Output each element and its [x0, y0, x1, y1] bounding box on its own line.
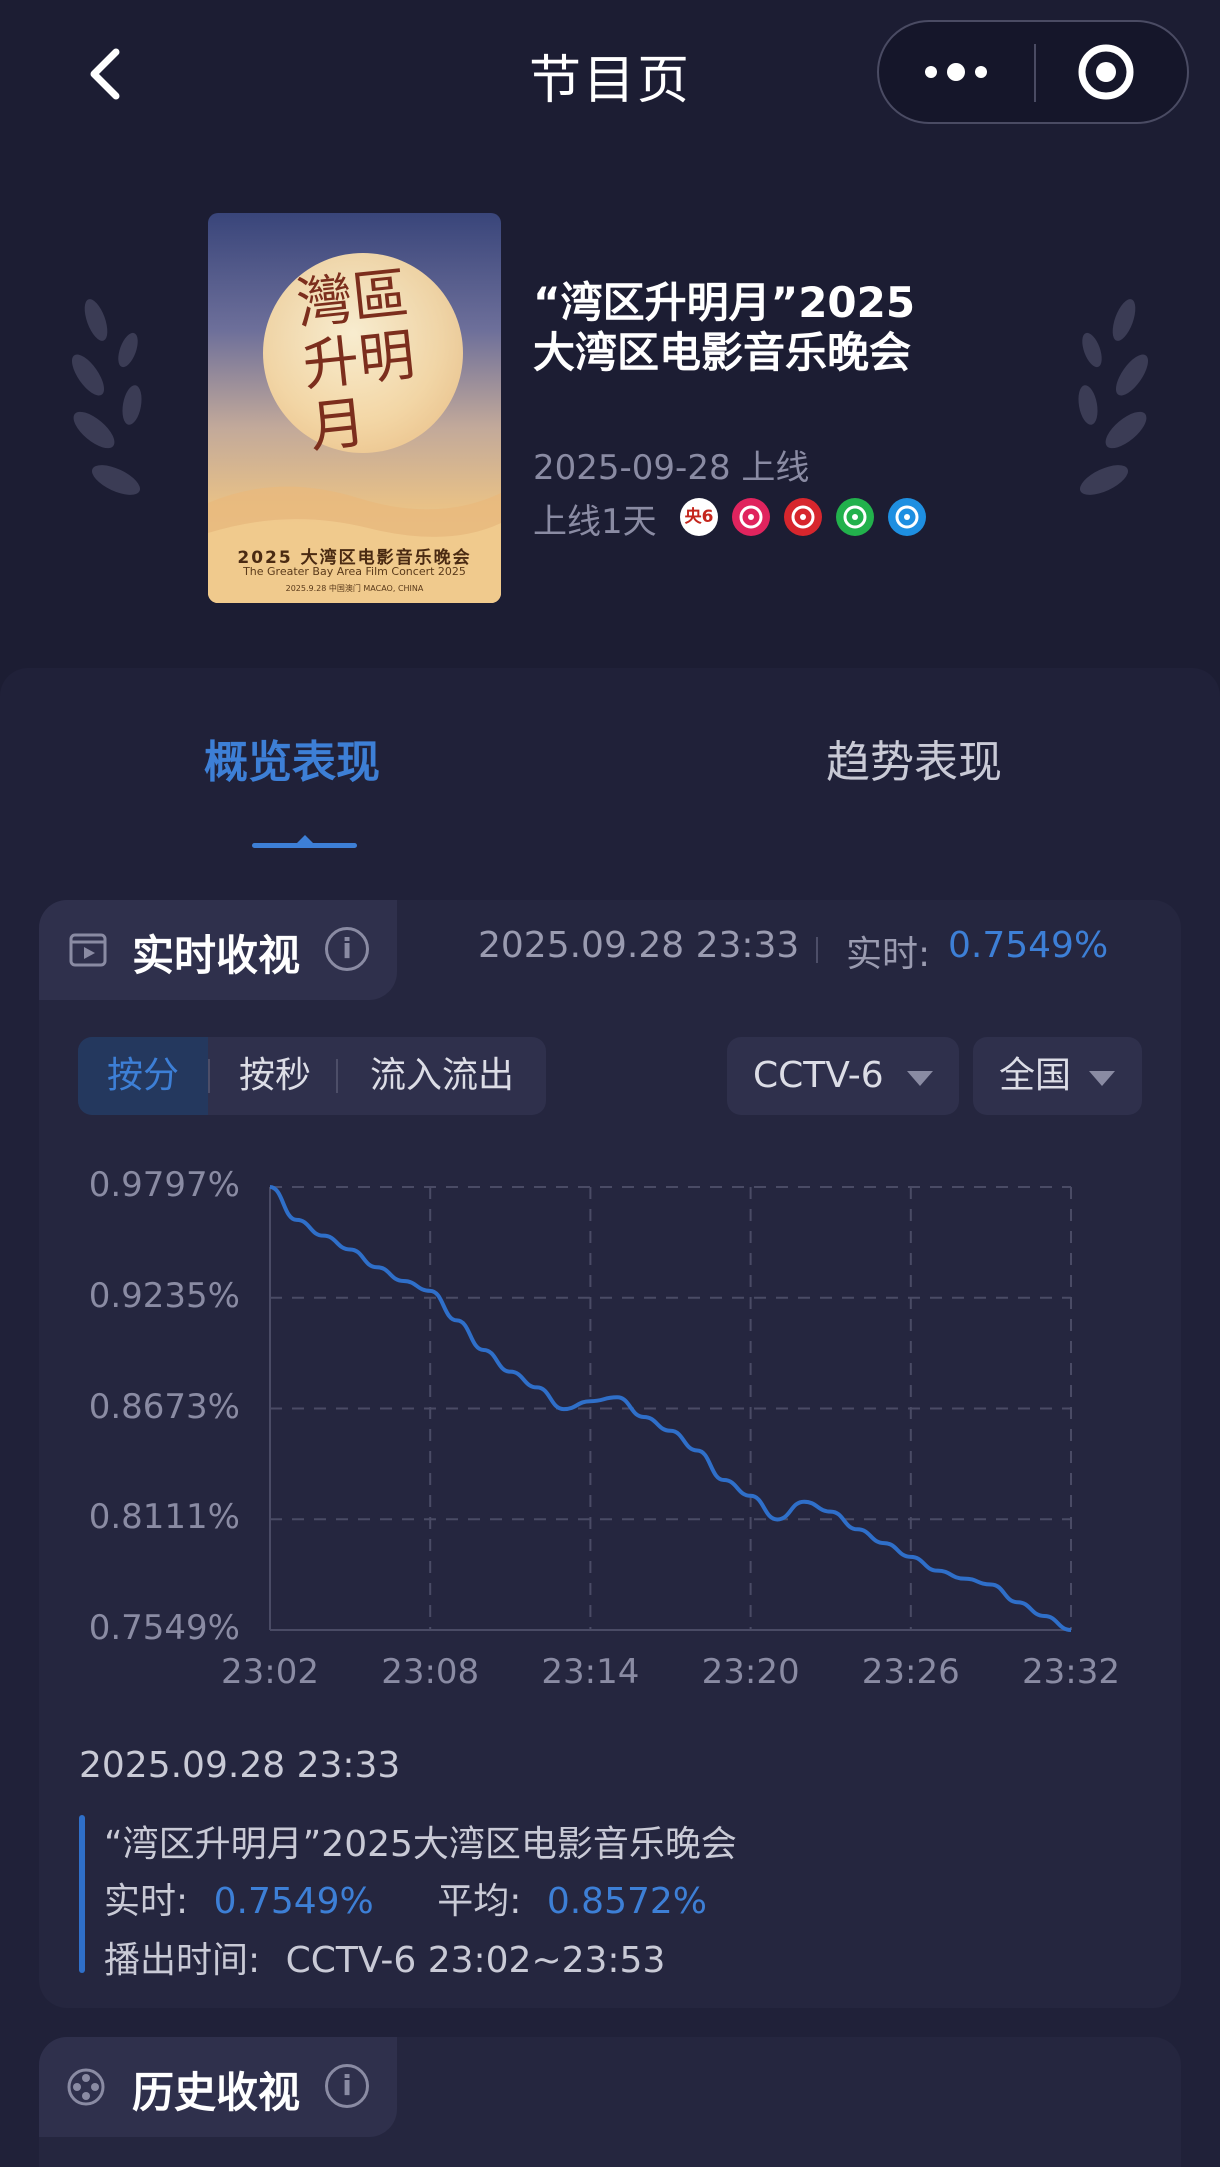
granularity-segmented-control: 按分 按秒 流入流出 [78, 1037, 546, 1115]
tooltip-avg-value: 0.8572% [546, 1881, 707, 1922]
realtime-value: 0.7549% [948, 925, 1109, 966]
laurel-left-icon [71, 299, 142, 495]
caret-down-icon [907, 1071, 933, 1086]
poster-caption-en: The Greater Bay Area Film Concert 2025 [243, 565, 466, 578]
cctv6-logo: 央6 [680, 498, 718, 536]
program-poster[interactable]: 灣區升明月 2025 大湾区电影音乐晚会 The Greater Bay Are… [208, 213, 501, 603]
segment-by-second[interactable]: 按秒 [210, 1037, 340, 1115]
iqiyi-logo [836, 498, 874, 536]
close-miniprogram-button[interactable] [1036, 22, 1187, 122]
tab-overview[interactable]: 概览表现 [204, 726, 380, 790]
x-tick-label: 23:32 [1022, 1652, 1120, 1692]
guangdong-tv-logo [784, 498, 822, 536]
realtime-label: 实时: [846, 934, 931, 975]
poster-waves [208, 486, 501, 603]
tooltip-airtime-row: 播出时间: CCTV-6 23:02~23:53 [104, 1931, 665, 1983]
film-reel-icon [67, 2068, 105, 2106]
info-icon[interactable]: i [325, 2064, 369, 2108]
x-tick-label: 23:08 [381, 1652, 480, 1692]
tooltip-program-name: “湾区升明月”2025大湾区电影音乐晚会 [104, 1824, 737, 1865]
region-dropdown[interactable]: 全国 [973, 1037, 1142, 1115]
program-title-line1: “湾区升明月”2025 [533, 278, 916, 327]
y-tick-label: 0.8111% [88, 1497, 240, 1538]
days-online: 上线1天 [533, 502, 657, 542]
poster-calligraphy: 灣區升明月 [293, 261, 419, 461]
y-tick-label: 0.7549% [88, 1608, 240, 1648]
launch-date: 2025-09-28 上线 [533, 448, 810, 488]
tooltip-time: 2025.09.28 23:33 [79, 1745, 401, 1786]
program-title-line2: 大湾区电影音乐晚会 [533, 328, 912, 377]
tv-play-icon [69, 933, 107, 967]
region-dropdown-label: 全国 [999, 1055, 1072, 1096]
youku-logo [888, 498, 926, 536]
segment-inflow-outflow[interactable]: 流入流出 [338, 1037, 546, 1115]
tooltip-ratings-row: 实时: 0.7549% 平均: 0.8572% [104, 1872, 707, 1924]
x-tick-label: 23:20 [701, 1652, 800, 1692]
tooltip-airtime-value: CCTV-6 23:02~23:53 [285, 1940, 666, 1981]
tab-active-indicator [252, 843, 357, 848]
info-icon[interactable]: i [325, 927, 369, 971]
segment-by-minute[interactable]: 按分 [78, 1037, 208, 1115]
tab-trend[interactable]: 趋势表现 [826, 726, 1002, 790]
channel-dropdown-label: CCTV-6 [753, 1055, 884, 1096]
x-tick-label: 23:14 [541, 1652, 640, 1692]
program-title: “湾区升明月”2025 大湾区电影音乐晚会 [533, 278, 1053, 378]
tooltip-realtime-value: 0.7549% [213, 1881, 374, 1922]
realtime-timestamp: 2025.09.28 23:33 [478, 925, 800, 966]
y-tick-label: 0.9235% [88, 1275, 240, 1316]
tooltip-accent-bar [79, 1815, 85, 1973]
history-title: 历史收视 [132, 2068, 301, 2117]
realtime-separator [816, 937, 818, 963]
x-tick-label: 23:02 [221, 1652, 319, 1692]
caret-down-icon [1089, 1071, 1115, 1086]
channel-dropdown[interactable]: CCTV-6 [727, 1037, 959, 1115]
y-tick-label: 0.8673% [88, 1386, 240, 1427]
tooltip-airtime-label: 播出时间: [104, 1940, 261, 1981]
realtime-title: 实时收视 [132, 931, 301, 980]
tooltip-avg-label: 平均: [437, 1881, 522, 1922]
nav-header: 节目页 [0, 0, 1220, 150]
ratings-line-chart: 0.9797% 0.9235% 0.8673% 0.8111% 0.7549% 23:02… [0, 1140, 1220, 1720]
poster-caption-date: 2025.9.28 中国澳门 MACAO, CHINA [285, 584, 424, 593]
target-circle-icon [1078, 44, 1134, 100]
more-dots-icon [925, 63, 987, 81]
shenzhen-tv-logo [732, 498, 770, 536]
tab-active-caret [297, 835, 313, 843]
more-button[interactable] [879, 22, 1034, 122]
y-tick-label: 0.9797% [88, 1165, 240, 1205]
laurel-right-icon [1078, 299, 1149, 495]
x-tick-label: 23:26 [861, 1652, 960, 1692]
tooltip-realtime-label: 实时: [104, 1881, 189, 1922]
mini-program-capsule [877, 20, 1189, 124]
